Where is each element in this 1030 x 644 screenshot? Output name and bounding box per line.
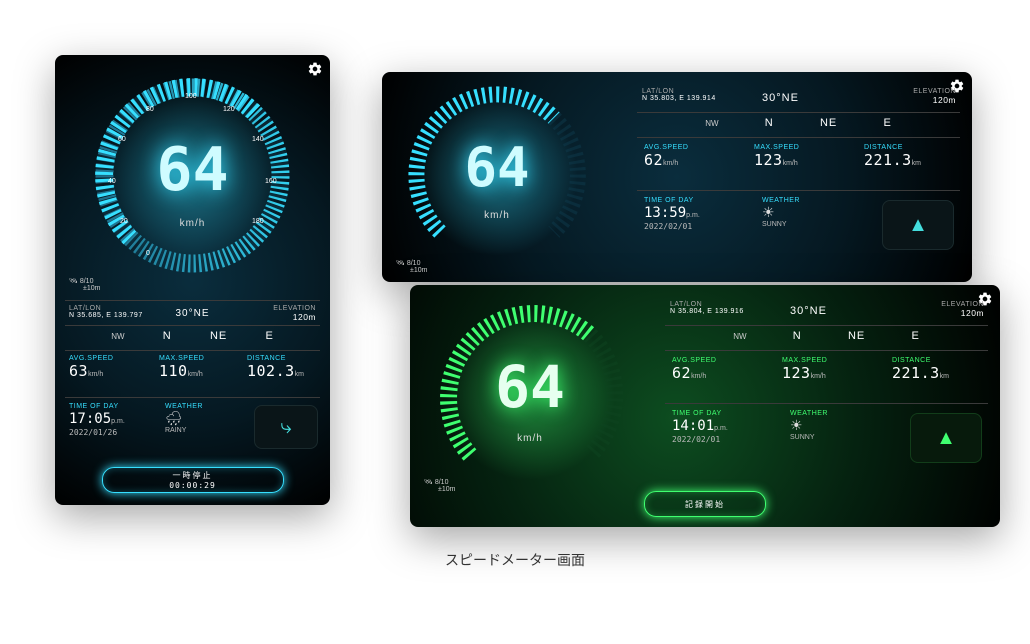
satellite-status: 🛰 8/10 ±10m — [424, 478, 455, 493]
speed-value: 64 — [430, 353, 630, 421]
avg-speed-block: AVG.SPEED 62km/h — [644, 144, 688, 170]
time-block: TIME OF DAY 13:59p.m. 2022/02/01 — [644, 197, 700, 231]
time-block: TIME OF DAY 14:01p.m. 2022/02/01 — [672, 410, 728, 444]
speedometer-portrait-blue: 02040 6080100 120140160 180 64 km/h 🛰 8/… — [55, 55, 330, 505]
arrow-icon: ▲ — [908, 214, 928, 237]
speed-gauge: 02040 6080100 120140160 180 64 km/h — [90, 73, 295, 278]
speed-unit: km/h — [402, 210, 592, 221]
speed-value: 64 — [90, 135, 295, 205]
max-speed-block: MAX.SPEED 110km/h — [159, 355, 204, 381]
compass-strip: NW N NE E — [55, 330, 330, 342]
record-start-button[interactable]: 記録開始 — [644, 491, 766, 517]
speed-gauge: 64 km/h — [430, 295, 630, 495]
speedometer-landscape-green: 64 km/h 🛰 8/10 ±10m LAT/LON N 35.804, E … — [410, 285, 1000, 527]
heading: 30°NE — [790, 305, 827, 317]
svg-text:80: 80 — [146, 106, 154, 113]
distance-block: DISTANCE 221.3km — [864, 144, 921, 170]
direction-tile: ▲ — [910, 413, 982, 463]
weather-block: WEATHER ☀ SUNNY — [762, 197, 800, 228]
elevation-block: ELEVATION 120m — [941, 301, 984, 318]
sun-icon: ☀ — [762, 204, 800, 221]
weather-block: WEATHER 🌧 RAINY — [165, 403, 203, 434]
avg-speed-block: AVG.SPEED 63km/h — [69, 355, 113, 381]
satellite-status: 🛰 8/10 ±10m — [69, 277, 100, 292]
pause-button[interactable]: 一時停止 00:00:29 — [102, 467, 284, 493]
satellite-status: 🛰 8/10 ±10m — [396, 259, 427, 274]
satellite-icon: 🛰 — [69, 278, 78, 285]
speed-unit: km/h — [430, 433, 630, 444]
svg-text:120: 120 — [223, 106, 235, 113]
compass-strip: NW N NE E — [665, 330, 988, 342]
rain-icon: 🌧 — [165, 410, 203, 427]
arrow-icon: ⤷ — [280, 416, 291, 439]
weather-block: WEATHER ☀ SUNNY — [790, 410, 828, 441]
compass-strip: NW N NE E — [637, 117, 960, 129]
arrow-icon: ▲ — [936, 427, 956, 450]
sun-icon: ☀ — [790, 417, 828, 434]
elevation-block: ELEVATION 120m — [913, 88, 956, 105]
speed-gauge: 64 km/h — [402, 80, 592, 270]
latlon-block: LAT/LON N 35.803, E 139.914 — [642, 88, 716, 102]
caption: スピードメーター画面 — [0, 550, 1030, 570]
speed-value: 64 — [402, 136, 592, 199]
max-speed-block: MAX.SPEED 123km/h — [782, 357, 827, 383]
svg-text:100: 100 — [185, 93, 197, 100]
max-speed-block: MAX.SPEED 123km/h — [754, 144, 799, 170]
distance-block: DISTANCE 102.3km — [247, 355, 304, 381]
heading: 30°NE — [762, 92, 799, 104]
svg-text:0: 0 — [146, 250, 150, 257]
direction-tile: ▲ — [882, 200, 954, 250]
avg-speed-block: AVG.SPEED 62km/h — [672, 357, 716, 383]
time-block: TIME OF DAY 17:05p.m. 2022/01/26 — [69, 403, 125, 437]
elevation-block: ELEVATION 120m — [273, 305, 316, 322]
latlon-block: LAT/LON N 35.804, E 139.916 — [670, 301, 744, 315]
distance-block: DISTANCE 221.3km — [892, 357, 949, 383]
speedometer-landscape-blue: 64 km/h 🛰 8/10 ±10m LAT/LON N 35.803, E … — [382, 72, 972, 282]
gear-icon[interactable] — [307, 61, 323, 77]
speed-unit: km/h — [90, 218, 295, 229]
direction-tile: ⤷ — [254, 405, 318, 449]
